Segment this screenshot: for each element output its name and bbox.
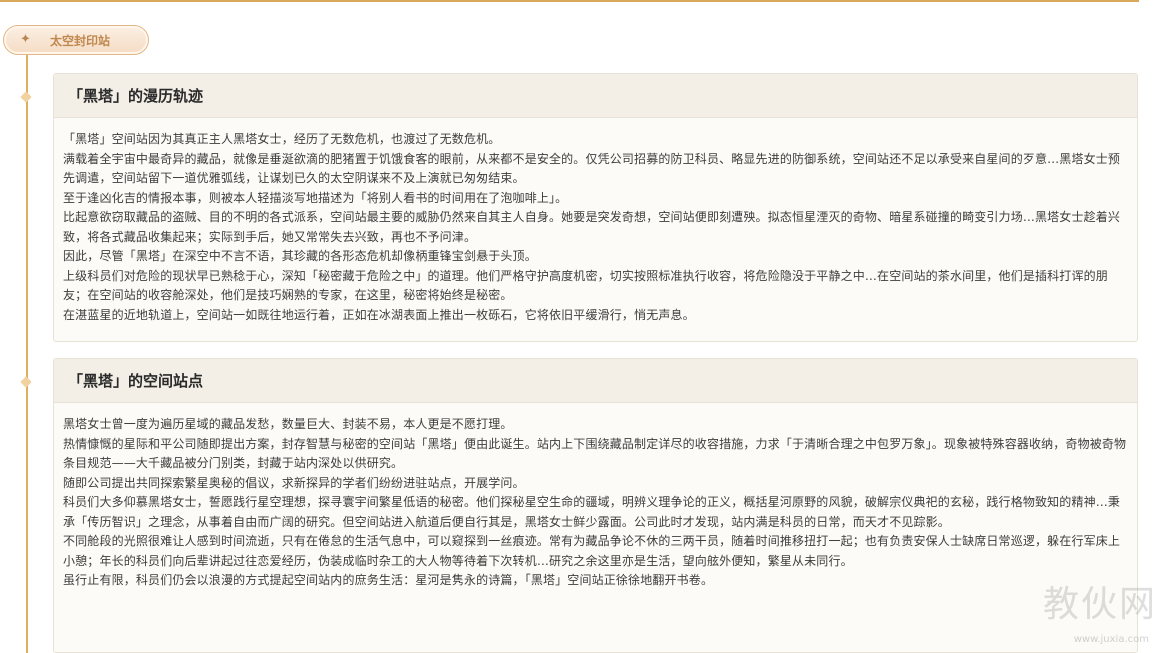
paragraph: 比起意欲窃取藏品的盗贼、目的不明的各式派系，空间站最主要的威胁仍然来自其主人自身… [63,210,1121,244]
paragraph: 因此，尽管「黑塔」在深空中不言不语，其珍藏的各形态危机却像柄重锋宝剑悬于头顶。 [63,249,537,263]
watermark-url: www.juxia.com [1073,634,1149,645]
paragraph: 满载着全宇宙中最奇异的藏品，就像是垂涎欲滴的肥猪置于饥饿食客的眼前，从来都不是安… [63,151,1121,186]
paragraph: 科员们大多仰慕黑塔女士，誓愿践行星空理想，探寻寰宇间繁星低语的秘密。他们探秘星空… [63,495,1121,529]
paragraph: 热情慷慨的星际和平公司随即提出方案，封存智慧与秘密的空间站「黑塔」便由此诞生。站… [63,436,1127,471]
story-card: 「黑塔」的空间站点 黑塔女士曾一度为遍历星域的藏品发愁，数量巨大、封装不易，本人… [53,358,1138,653]
top-divider [0,0,1139,2]
story-card: 「黑塔」的漫历轨迹 「黑塔」空间站因为其真正主人黑塔女士，经历了无数危机，也渡过… [53,73,1138,342]
section-tag[interactable]: ✦ 太空封印站 [3,25,149,55]
paragraph: 在湛蓝星的近地轨道上，空间站一如既往地运行着，正如在冰湖表面上推出一枚砾石，它将… [63,307,695,322]
card-body: 黑塔女士曾一度为遍历星域的藏品发愁，数量巨大、封装不易，本人更是不愿打理。 热情… [54,403,1137,591]
paragraph: 虽行止有限，科员们仍会以浪漫的方式提起空间站内的庶务生活：星河是隽永的诗篇，「黑… [63,573,714,587]
paragraph: 「黑塔」空间站因为其真正主人黑塔女士，经历了无数危机，也渡过了无数危机。 [63,132,501,146]
card-header: 「黑塔」的空间站点 [54,359,1137,403]
timeline-line [26,55,28,653]
card-body: 「黑塔」空间站因为其真正主人黑塔女士，经历了无数危机，也渡过了无数危机。 满载着… [54,118,1137,325]
paragraph: 随即公司提出共同探索繁星奥秘的倡议，求新探异的学者们纷纷进驻站点，开展学问。 [63,475,525,490]
paragraph: 不同舱段的光照很难让人感到时间流逝，只有在倦怠的生活气息中，可以窥探到一丝痕迹。… [63,534,1121,568]
card-title: 「黑塔」的空间站点 [68,372,204,390]
section-tag-label: 太空封印站 [50,34,111,48]
page: ✦ 太空封印站 「黑塔」的漫历轨迹 「黑塔」空间站因为其真正主人黑塔女士，经历了… [0,0,1171,653]
watermark-logo: 教伙网 [1042,584,1157,625]
card-header: 「黑塔」的漫历轨迹 [54,74,1137,118]
sparkle-icon: ✦ [20,32,31,47]
paragraph: 上级科员们对危险的现状早已熟稔于心，深知「秘密藏于危险之中」的道理。他们严格守护… [63,268,1108,303]
card-title: 「黑塔」的漫历轨迹 [68,87,204,105]
paragraph: 至于逢凶化吉的情报本事，则被本人轻描淡写地描述为「将别人看书的时间用在了泡咖啡上… [63,190,568,205]
timeline-marker [20,376,32,388]
paragraph: 黑塔女士曾一度为遍历星域的藏品发愁，数量巨大、封装不易，本人更是不愿打理。 [63,417,513,431]
timeline-marker [20,91,32,103]
